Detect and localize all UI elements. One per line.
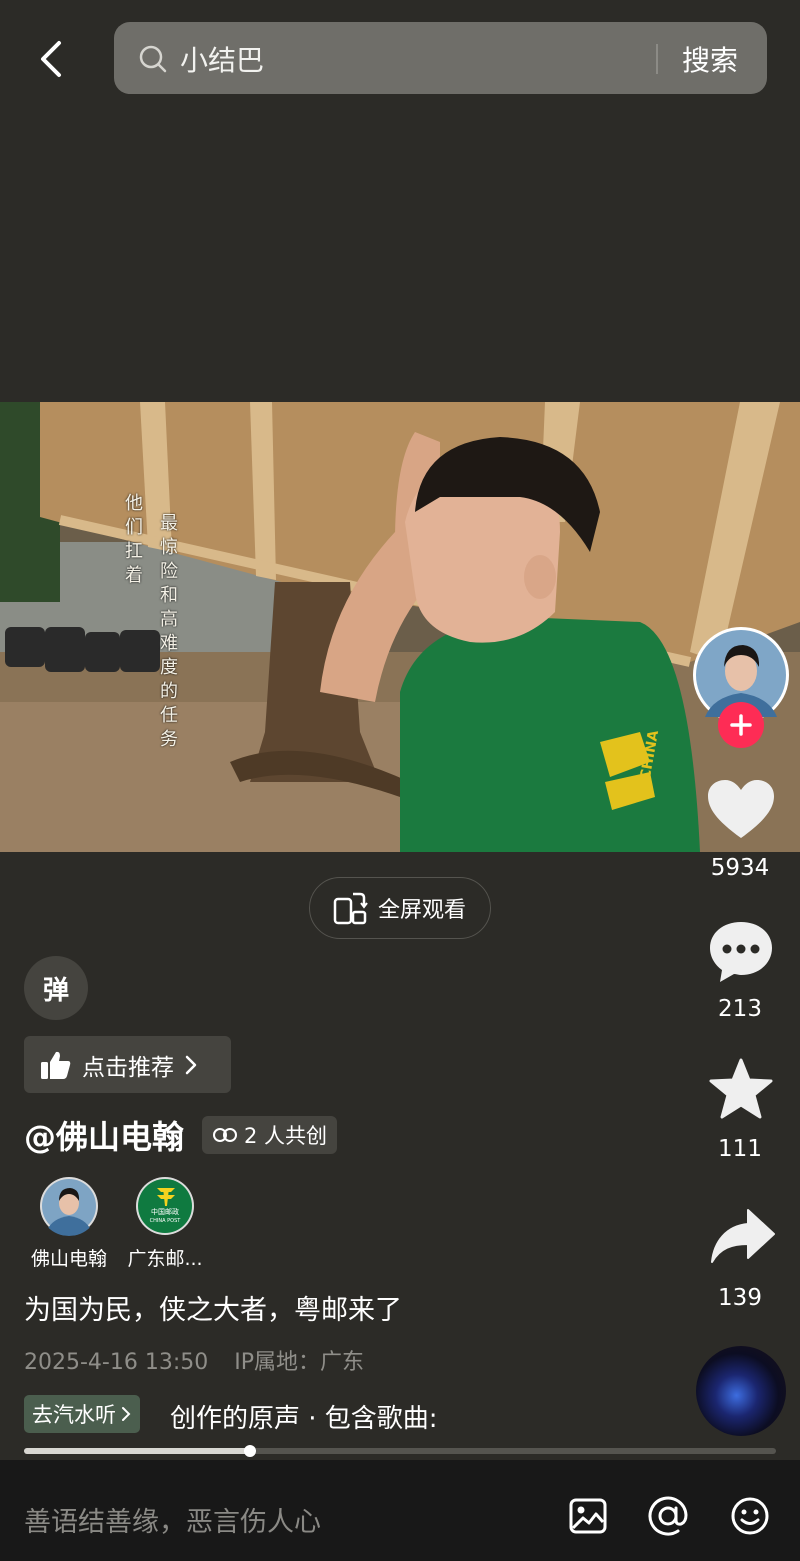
back-button[interactable] [26, 34, 76, 84]
chevron-left-icon [41, 41, 61, 77]
recommend-label: 点击推荐 [82, 1054, 174, 1081]
heart-icon [708, 780, 774, 838]
favorite-button[interactable] [708, 1058, 774, 1126]
fullscreen-label: 全屏观看 [378, 898, 467, 923]
post-date: 2025-4-16 13:50 [24, 1350, 209, 1375]
creator-logo-text: 中国邮政 [151, 1207, 179, 1216]
progress-fill [24, 1448, 250, 1454]
like-button[interactable] [706, 778, 776, 846]
danmu-toggle-button[interactable]: 弹 [24, 956, 88, 1020]
mention-button[interactable] [648, 1496, 688, 1536]
creator-name: 广东邮... [127, 1248, 203, 1270]
thumbs-up-icon [41, 1051, 71, 1079]
ip-location: IP属地：广东 [234, 1350, 365, 1375]
favorite-count: 111 [718, 1136, 762, 1162]
plus-icon [730, 714, 752, 736]
creator-logo-subtext: CHINA POST [150, 1218, 182, 1224]
follow-button[interactable] [718, 702, 764, 748]
comment-input[interactable]: 善语结善缘，恶言伤人心 [24, 1500, 321, 1539]
comment-icon [710, 922, 772, 982]
share-button[interactable] [710, 1208, 776, 1270]
cocreate-label: 2 人共创 [244, 1124, 328, 1148]
comment-button[interactable] [708, 920, 774, 988]
video-caption: 为国为民，侠之大者，粤邮来了 [24, 1295, 402, 1326]
creator-name: 佛山电翰 [30, 1248, 107, 1270]
link-icon [213, 1128, 237, 1142]
search-input[interactable]: 小结巴 [180, 39, 264, 79]
video-overlay-caption-1: 他们扛着 [125, 493, 143, 586]
search-icon [139, 45, 167, 73]
image-button[interactable] [568, 1496, 608, 1536]
search-button[interactable]: 搜索 [682, 39, 738, 79]
search-bar[interactable]: 小结巴 搜索 [114, 22, 767, 94]
music-disc[interactable] [696, 1346, 786, 1436]
at-icon [648, 1496, 688, 1536]
creator-item[interactable]: 中国邮政 CHINA POST 广东邮... [120, 1176, 210, 1271]
rotate-phone-icon [333, 892, 368, 925]
share-icon [711, 1209, 775, 1263]
video-progress-bar[interactable] [24, 1445, 776, 1457]
open-in-qishui-button[interactable]: 去汽水听 [24, 1395, 140, 1433]
author-handle[interactable]: @佛山电翰 [24, 1112, 184, 1158]
chevron-right-icon [185, 1055, 197, 1074]
comment-count: 213 [718, 996, 762, 1022]
video-player[interactable]: 他们扛着 最惊险和高难度的任务 CHINA [0, 402, 800, 852]
like-count: 5934 [710, 855, 770, 881]
danmu-label: 弹 [42, 975, 69, 1006]
comment-bar: 善语结善缘，恶言伤人心 [0, 1460, 800, 1561]
creator-item[interactable]: 佛山电翰 [24, 1176, 114, 1271]
cocreate-badge[interactable]: 2 人共创 [202, 1116, 338, 1154]
video-overlay-caption-2: 最惊险和高难度的任务 [160, 513, 178, 750]
emoji-button[interactable] [730, 1496, 770, 1536]
music-info[interactable]: 创作的原声 · 包含歌曲: [170, 1398, 438, 1435]
video-frame [0, 402, 800, 852]
share-count: 139 [718, 1285, 762, 1311]
star-icon [709, 1058, 773, 1119]
emoji-icon [731, 1497, 769, 1535]
chevron-right-icon [122, 1407, 131, 1421]
fullscreen-button[interactable]: 全屏观看 [309, 877, 491, 939]
progress-handle[interactable] [243, 1445, 256, 1457]
creator-avatar [40, 1177, 98, 1236]
recommend-button[interactable]: 点击推荐 [24, 1036, 231, 1093]
search-divider [656, 44, 658, 74]
image-icon [569, 1498, 607, 1534]
china-post-logo: 中国邮政 CHINA POST [136, 1177, 194, 1235]
post-meta: 2025-4-16 13:50 IP属地：广东 [24, 1344, 364, 1376]
music-tag-label: 去汽水听 [32, 1403, 116, 1427]
